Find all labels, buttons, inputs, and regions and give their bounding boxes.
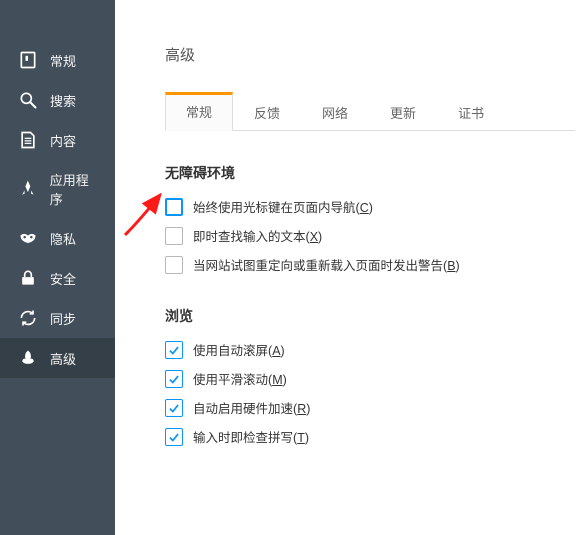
rocket-icon bbox=[18, 179, 38, 199]
section-accessibility: 无障碍环境 始终使用光标键在页面内导航(C) 即时查找输入的文本(X) 当网站试… bbox=[165, 163, 579, 274]
sidebar-item-label: 应用程序 bbox=[50, 170, 101, 208]
sidebar-item-label: 内容 bbox=[50, 131, 76, 150]
checkbox[interactable] bbox=[165, 227, 183, 245]
checkbox[interactable] bbox=[165, 370, 183, 388]
option-caret-browsing: 始终使用光标键在页面内导航(C) bbox=[165, 197, 579, 216]
option-label: 当网站试图重定向或重新载入页面时发出警告(B) bbox=[193, 255, 460, 274]
main-panel: 高级 常规 反馈 网络 更新 证书 无障碍环境 始终使用光标键在页面内导航(C)… bbox=[115, 0, 579, 535]
section-title: 无障碍环境 bbox=[165, 163, 579, 183]
option-label: 使用平滑滚动(M) bbox=[193, 369, 287, 388]
option-spellcheck: 输入时即检查拼写(T) bbox=[165, 427, 579, 446]
sidebar: 常规 搜索 内容 应用程序 隐私 安全 同步 bbox=[0, 0, 115, 535]
page-title: 高级 bbox=[165, 44, 579, 65]
option-label: 即时查找输入的文本(X) bbox=[193, 226, 322, 245]
sidebar-item-sync[interactable]: 同步 bbox=[0, 298, 115, 338]
section-title: 浏览 bbox=[165, 306, 579, 326]
sync-icon bbox=[18, 308, 38, 328]
checkbox[interactable] bbox=[165, 256, 183, 274]
sidebar-item-security[interactable]: 安全 bbox=[0, 258, 115, 298]
sidebar-item-label: 搜索 bbox=[50, 91, 76, 110]
sidebar-item-label: 安全 bbox=[50, 269, 76, 288]
option-search-as-type: 即时查找输入的文本(X) bbox=[165, 226, 579, 245]
advanced-icon bbox=[18, 348, 38, 368]
tab-network[interactable]: 网络 bbox=[301, 92, 369, 131]
option-label: 输入时即检查拼写(T) bbox=[193, 427, 309, 446]
checkbox[interactable] bbox=[165, 341, 183, 359]
option-label: 使用自动滚屏(A) bbox=[193, 340, 285, 359]
option-auto-scroll: 使用自动滚屏(A) bbox=[165, 340, 579, 359]
checkbox[interactable] bbox=[165, 399, 183, 417]
lock-icon bbox=[18, 268, 38, 288]
sidebar-item-general[interactable]: 常规 bbox=[0, 40, 115, 80]
sidebar-item-label: 隐私 bbox=[50, 229, 76, 248]
sidebar-item-label: 高级 bbox=[50, 349, 76, 368]
sidebar-item-label: 常规 bbox=[50, 51, 76, 70]
sidebar-item-applications[interactable]: 应用程序 bbox=[0, 160, 115, 218]
option-smooth-scroll: 使用平滑滚动(M) bbox=[165, 369, 579, 388]
sidebar-item-privacy[interactable]: 隐私 bbox=[0, 218, 115, 258]
checkbox[interactable] bbox=[165, 198, 183, 216]
option-label: 始终使用光标键在页面内导航(C) bbox=[193, 197, 373, 216]
option-hardware-accel: 自动启用硬件加速(R) bbox=[165, 398, 579, 417]
checkbox[interactable] bbox=[165, 428, 183, 446]
tab-update[interactable]: 更新 bbox=[369, 92, 437, 131]
tab-bar: 常规 反馈 网络 更新 证书 bbox=[165, 91, 575, 131]
sidebar-item-label: 同步 bbox=[50, 309, 76, 328]
tab-feedback[interactable]: 反馈 bbox=[233, 92, 301, 131]
annotation-arrow-icon bbox=[120, 180, 170, 240]
search-icon bbox=[18, 90, 38, 110]
tab-general[interactable]: 常规 bbox=[165, 92, 233, 131]
option-label: 自动启用硬件加速(R) bbox=[193, 398, 310, 417]
sidebar-item-search[interactable]: 搜索 bbox=[0, 80, 115, 120]
section-browsing: 浏览 使用自动滚屏(A) 使用平滑滚动(M) 自动启用硬件加速(R) bbox=[165, 306, 579, 446]
mask-icon bbox=[18, 228, 38, 248]
general-icon bbox=[18, 50, 38, 70]
sidebar-item-content[interactable]: 内容 bbox=[0, 120, 115, 160]
sidebar-item-advanced[interactable]: 高级 bbox=[0, 338, 115, 378]
content-icon bbox=[18, 130, 38, 150]
tab-certificates[interactable]: 证书 bbox=[437, 92, 505, 131]
option-warn-redirect: 当网站试图重定向或重新载入页面时发出警告(B) bbox=[165, 255, 579, 274]
